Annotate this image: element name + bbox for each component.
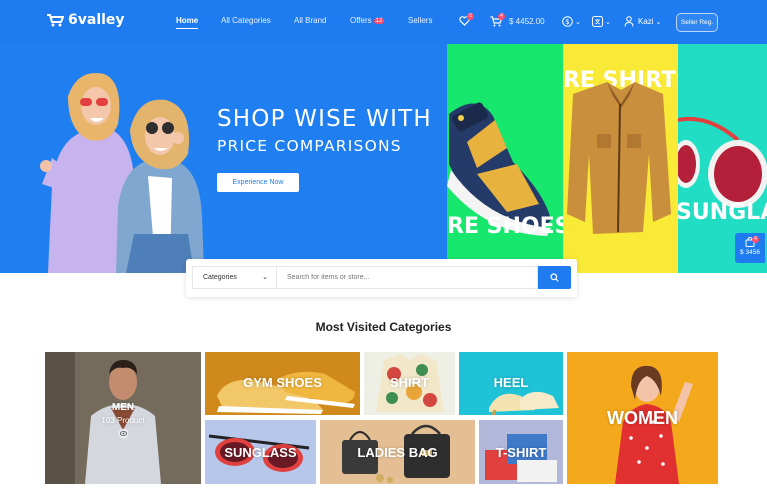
chevron-down-icon: ⌄ xyxy=(655,18,662,26)
hero-models-image xyxy=(40,72,204,273)
category-label-ladies-bag: LADIES BAG xyxy=(357,445,438,460)
user-icon xyxy=(624,16,634,27)
brand-logo[interactable]: 6valley xyxy=(46,12,125,28)
category-tile-t-shirt[interactable]: T-SHIRT xyxy=(479,420,563,484)
floating-cart-count: 4 xyxy=(752,236,759,243)
category-label-t-shirt: T-SHIRT xyxy=(495,445,547,460)
nav-offers[interactable]: Offers 12 xyxy=(350,16,385,25)
experience-now-button[interactable]: Experience Now xyxy=(217,173,299,192)
hero-panel-shirts: RE SHIRTS xyxy=(563,44,678,273)
search-category-select[interactable]: Categories ⌄ xyxy=(192,266,276,289)
category-tile-ladies-bag[interactable]: LADIES BAG xyxy=(320,420,475,484)
nav-home[interactable]: Home xyxy=(176,16,199,29)
user-name: Kazi xyxy=(638,17,654,26)
wishlist-button[interactable]: 0 xyxy=(459,13,474,26)
cart-count-badge: 4 xyxy=(498,13,505,20)
category-label-men: MEN xyxy=(111,402,135,413)
language-icon xyxy=(592,16,603,27)
search-category-label: Categories xyxy=(203,274,237,281)
search-bar: Categories ⌄ xyxy=(186,259,577,297)
hero-title: SHOP WISE WITH xyxy=(217,106,432,132)
category-tile-men[interactable]: MEN 103 Product xyxy=(45,352,201,484)
floating-cart-button[interactable]: 4 $ 3456 xyxy=(735,233,765,263)
category-tile-shirt[interactable]: SHIRT xyxy=(364,352,455,415)
category-label-sunglass: SUNGLASS xyxy=(224,445,297,460)
search-input[interactable] xyxy=(276,266,538,289)
language-dropdown[interactable]: ⌄ xyxy=(592,16,611,27)
category-label-gym-shoes: GYM SHOES xyxy=(243,375,322,390)
category-label-heel: HEEL xyxy=(493,375,529,390)
search-icon xyxy=(550,273,559,282)
category-tile-heel[interactable]: HEEL xyxy=(459,352,563,415)
jacket-image xyxy=(567,82,671,234)
category-count-men: 103 Product xyxy=(101,416,145,425)
dollar-circle-icon: $ xyxy=(562,16,573,27)
wishlist-count-badge: 0 xyxy=(467,13,474,20)
search-button[interactable] xyxy=(538,266,571,289)
floating-cart-total: $ 3456 xyxy=(740,249,760,256)
chevron-down-icon: ⌄ xyxy=(575,18,581,26)
most-visited-title: Most Visited Categories xyxy=(315,320,452,334)
top-header: 6valley Home All Categories All Brand Of… xyxy=(0,0,767,44)
cart-logo-icon xyxy=(47,14,64,27)
seller-registration-button[interactable]: Seller Reg. xyxy=(676,13,718,32)
hero-panel-sunglasses-text: SUNGLA xyxy=(678,200,767,225)
chevron-down-icon: ⌄ xyxy=(262,274,268,281)
nav-offers-label: Offers xyxy=(350,16,372,25)
category-tile-women[interactable]: WOMEN xyxy=(567,352,718,484)
currency-dropdown[interactable]: $ ⌄ xyxy=(562,16,581,27)
nav-sellers[interactable]: Sellers xyxy=(408,16,432,25)
hero-panel-shoes-text: RE SHOES xyxy=(447,214,563,239)
svg-text:$: $ xyxy=(565,18,569,26)
category-tile-gym-shoes[interactable]: GYM SHOES xyxy=(205,352,360,415)
nav-all-categories[interactable]: All Categories xyxy=(221,16,271,25)
category-tile-sunglass[interactable]: SUNGLASS xyxy=(205,420,316,484)
hero-panel-shoes: RE SHOES xyxy=(447,44,563,273)
offers-badge: 12 xyxy=(373,18,385,24)
eye-icon xyxy=(118,428,129,439)
cart-total: $ 4452.00 xyxy=(509,17,545,26)
hero-banner[interactable]: SHOP WISE WITH PRICE COMPARISONS Experie… xyxy=(0,44,767,273)
page: 6valley Home All Categories All Brand Of… xyxy=(0,0,767,496)
category-label-shirt: SHIRT xyxy=(390,375,429,390)
hero-subtitle: PRICE COMPARISONS xyxy=(217,137,402,155)
nav-all-brand[interactable]: All Brand xyxy=(294,16,326,25)
brand-name: 6valley xyxy=(68,12,125,28)
user-menu[interactable]: Kazi ⌄ xyxy=(624,16,661,27)
chevron-down-icon: ⌄ xyxy=(605,18,611,26)
category-label-women: WOMEN xyxy=(607,408,678,428)
cart-button[interactable]: 4 $ 4452.00 xyxy=(490,13,545,27)
